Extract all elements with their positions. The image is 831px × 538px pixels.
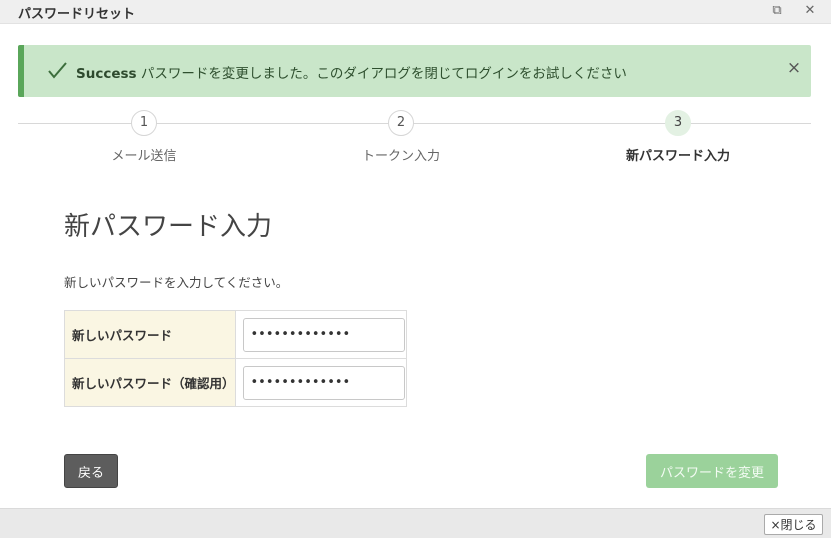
step-1: 1 メール送信 — [44, 110, 244, 164]
step-2: 2 トークン入力 — [301, 110, 501, 164]
close-dialog-button[interactable]: ×閉じる — [764, 514, 823, 535]
step-3: 3 新パスワード入力 — [578, 110, 778, 164]
success-alert: Success パスワードを変更しました。このダイアログを閉じてログインをお試し… — [18, 45, 811, 97]
dialog-title: パスワードリセット — [18, 7, 136, 22]
new-password-label: 新しいパスワード — [64, 310, 236, 359]
page-title: 新パスワード入力 — [64, 212, 273, 242]
alert-text: パスワードを変更しました。このダイアログを閉じてログインをお試しください — [136, 66, 627, 82]
dialog-titlebar: パスワードリセット ⧉ ✕ — [0, 0, 831, 24]
alert-message: Success パスワードを変更しました。このダイアログを閉じてログインをお試し… — [76, 62, 627, 82]
step-2-label: トークン入力 — [361, 149, 440, 164]
confirm-password-cell — [234, 358, 408, 407]
maximize-icon[interactable]: ⧉ — [768, 2, 786, 20]
form-row-confirm-password: 新しいパスワード（確認用） — [64, 358, 408, 407]
check-icon — [48, 62, 67, 79]
page-description: 新しいパスワードを入力してください。 — [64, 275, 289, 290]
confirm-password-input[interactable] — [242, 365, 405, 400]
step-1-label: メール送信 — [111, 149, 177, 164]
password-form: 新しいパスワード 新しいパスワード（確認用） — [64, 310, 408, 407]
step-1-number: 1 — [131, 110, 157, 136]
change-password-button[interactable]: パスワードを変更 — [646, 454, 778, 488]
close-icon[interactable]: ✕ — [801, 2, 819, 20]
dialog-footer: ×閉じる — [0, 508, 831, 538]
step-3-label: 新パスワード入力 — [625, 149, 730, 164]
alert-strong: Success — [76, 66, 137, 82]
confirm-password-label: 新しいパスワード（確認用） — [64, 358, 236, 407]
step-3-number: 3 — [665, 110, 691, 136]
new-password-input[interactable] — [242, 317, 405, 352]
back-button[interactable]: 戻る — [64, 454, 118, 488]
step-2-number: 2 — [388, 110, 414, 136]
alert-close-button[interactable]: × — [784, 58, 804, 78]
form-row-new-password: 新しいパスワード — [64, 310, 408, 359]
progress-stepper: 1 メール送信 2 トークン入力 3 新パスワード入力 — [18, 110, 811, 170]
new-password-cell — [234, 310, 408, 359]
